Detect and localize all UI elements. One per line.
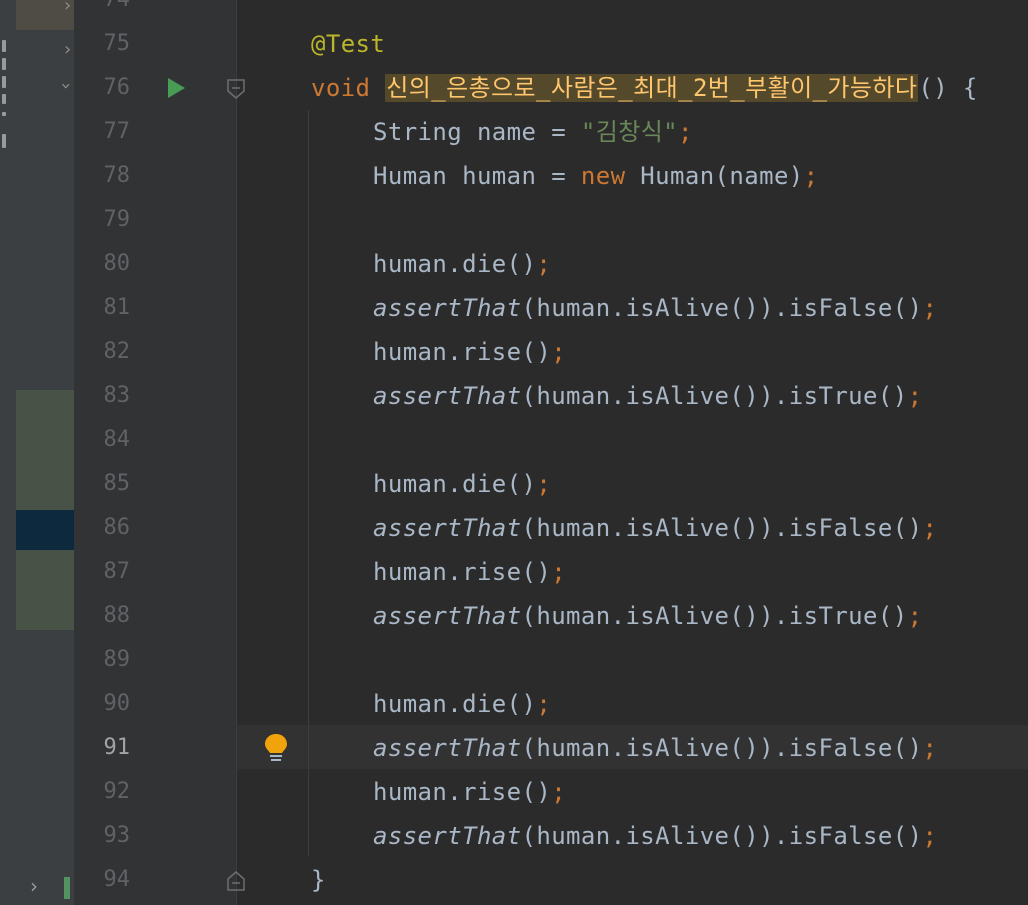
static-method-call: assertThat: [373, 514, 522, 542]
line-number: 79: [103, 207, 131, 232]
line-number: 94: [103, 867, 131, 892]
line-number: 86: [103, 515, 131, 540]
code-line[interactable]: 93 assertThat(human.isAlive()).isFalse()…: [0, 814, 1028, 858]
fold-start-icon[interactable]: [226, 78, 246, 100]
code-line[interactable]: 87 human.rise();: [0, 550, 1028, 594]
code-text: assertThat(human.isAlive()).isFalse();: [373, 734, 938, 762]
code-text: human.rise();: [373, 778, 567, 806]
code-line[interactable]: 78 Human human = new Human(name);: [0, 154, 1028, 198]
line-number: 78: [103, 163, 131, 188]
code-line[interactable]: 85 human.die();: [0, 462, 1028, 506]
code-text: assertThat(human.isAlive()).isTrue();: [373, 602, 923, 630]
code-text: human.rise();: [373, 338, 567, 366]
static-method-call: assertThat: [373, 382, 522, 410]
code-line[interactable]: 76 void 신의_은총으로_사람은_최대_2번_부활이_가능하다() {: [0, 66, 1028, 110]
keyword: void: [311, 74, 371, 102]
code-line[interactable]: 90 human.die();: [0, 682, 1028, 726]
line-number: 77: [103, 119, 131, 144]
code-line[interactable]: 74: [0, 0, 1028, 22]
line-number: 84: [103, 427, 131, 452]
code-line[interactable]: 81 assertThat(human.isAlive()).isFalse()…: [0, 286, 1028, 330]
code-line[interactable]: 82 human.rise();: [0, 330, 1028, 374]
code-text: human.die();: [373, 470, 552, 498]
line-number: 80: [103, 251, 131, 276]
code-text: human.die();: [373, 250, 552, 278]
line-number: 90: [103, 691, 131, 716]
line-number: 89: [103, 647, 131, 672]
code-text: assertThat(human.isAlive()).isFalse();: [373, 514, 938, 542]
code-line[interactable]: 83 assertThat(human.isAlive()).isTrue();: [0, 374, 1028, 418]
static-method-call: assertThat: [373, 822, 522, 850]
static-method-call: assertThat: [373, 602, 522, 630]
line-number: 75: [103, 31, 131, 56]
line-number: 88: [103, 603, 131, 628]
string-literal: "김창식": [580, 118, 679, 146]
line-number: 92: [103, 779, 131, 804]
static-method-call: assertThat: [373, 294, 522, 322]
code-text: assertThat(human.isAlive()).isFalse();: [373, 822, 938, 850]
code-line[interactable]: 79: [0, 198, 1028, 242]
code-text: assertThat(human.isAlive()).isFalse();: [373, 294, 938, 322]
run-test-icon[interactable]: [165, 77, 187, 99]
line-number: 74: [74, 0, 131, 14]
fold-end-icon[interactable]: [226, 870, 246, 892]
line-number: 83: [103, 383, 131, 408]
static-method-call: assertThat: [373, 734, 522, 762]
code-text: human.die();: [373, 690, 552, 718]
test-annotation: @Test: [311, 30, 386, 58]
test-method-name[interactable]: 신의_은총으로_사람은_최대_2번_부활이_가능하다: [385, 74, 919, 102]
code-line[interactable]: 75 @Test: [0, 22, 1028, 66]
code-text: void 신의_은총으로_사람은_최대_2번_부활이_가능하다() {: [311, 74, 978, 102]
tree-status-marker: [64, 877, 70, 899]
line-number: 85: [103, 471, 131, 496]
code-line[interactable]: 77 String name = "김창식";: [0, 110, 1028, 154]
expand-chevron-icon[interactable]: ›: [30, 874, 38, 898]
line-number: 93: [103, 823, 131, 848]
code-line[interactable]: 94 }: [0, 858, 1028, 902]
code-line[interactable]: 88 assertThat(human.isAlive()).isTrue();: [0, 594, 1028, 638]
code-line-active[interactable]: 91 assertThat(human.isAlive()).isFalse()…: [0, 726, 1028, 770]
closing-brace: }: [311, 866, 326, 894]
code-line[interactable]: 80 human.die();: [0, 242, 1028, 286]
code-text: Human human = new Human(name);: [373, 162, 819, 190]
code-line[interactable]: 84: [0, 418, 1028, 462]
code-text: human.rise();: [373, 558, 567, 586]
line-number: 76: [103, 75, 131, 100]
line-number: 87: [103, 559, 131, 584]
code-line[interactable]: 89: [0, 638, 1028, 682]
code-text: String name = "김창식";: [373, 118, 693, 146]
line-number: 82: [103, 339, 131, 364]
code-line[interactable]: 86 assertThat(human.isAlive()).isFalse()…: [0, 506, 1028, 550]
code-text: @Test: [311, 30, 385, 58]
code-text: assertThat(human.isAlive()).isTrue();: [373, 382, 923, 410]
method-signature-rest: () {: [918, 74, 978, 102]
intention-bulb-icon[interactable]: [262, 732, 290, 764]
line-number: 91: [103, 735, 131, 760]
line-number: 81: [103, 295, 131, 320]
code-line[interactable]: 92 human.rise();: [0, 770, 1028, 814]
code-text: }: [311, 866, 326, 894]
keyword: new: [580, 162, 626, 190]
